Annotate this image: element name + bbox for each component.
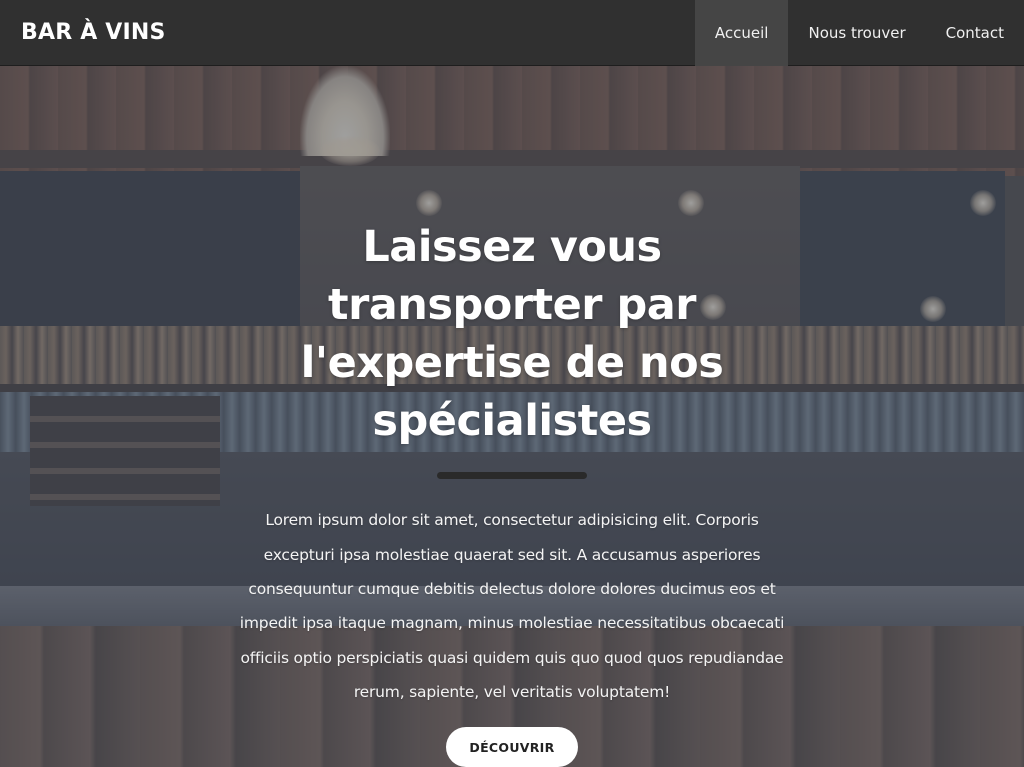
hero-title: Laissez vous transporter par l'expertise… <box>300 222 724 446</box>
title-divider <box>437 472 587 480</box>
nav-link-contact[interactable]: Contact <box>926 0 1024 66</box>
nav-link-nous-trouver[interactable]: Nous trouver <box>788 0 925 66</box>
navbar: BAR À VINS Accueil Nous trouver Contact <box>0 0 1024 66</box>
brand-logo[interactable]: BAR À VINS <box>0 20 166 45</box>
hero-description: Lorem ipsum dolor sit amet, consectetur … <box>239 511 785 701</box>
nav-links: Accueil Nous trouver Contact <box>694 0 1024 66</box>
hero-section: Laissez vous transporter par l'expertise… <box>0 66 1024 767</box>
discover-button[interactable]: DÉCOUVRIR <box>446 727 578 767</box>
hero-content: Laissez vous transporter par l'expertise… <box>0 66 1024 767</box>
nav-link-accueil[interactable]: Accueil <box>694 0 789 66</box>
